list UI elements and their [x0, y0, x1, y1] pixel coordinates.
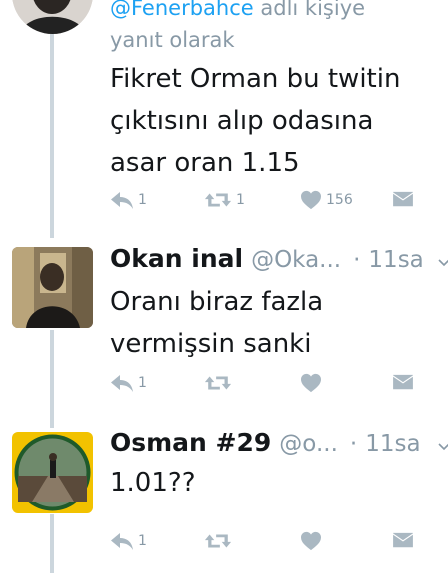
separator-dot: ·: [349, 431, 358, 457]
reply-mention-link[interactable]: @Fenerbahce: [110, 0, 254, 20]
user-handle[interactable]: @o...: [279, 431, 338, 457]
tweet-text-line: Fikret Orman bu twitin: [110, 64, 401, 94]
avatar[interactable]: [12, 247, 93, 328]
retweet-icon: [204, 531, 232, 551]
tweet-actions: 1 1 156: [110, 187, 430, 213]
tweet-text-line: asar oran 1.15: [110, 148, 300, 178]
like-icon: [300, 531, 322, 551]
retweet-button[interactable]: [204, 370, 232, 396]
tweet-text-line: Oranı biraz fazla: [110, 287, 324, 317]
reply-count: 1: [138, 375, 147, 391]
tweet-header: Okan inal @Oka... · 11sa: [110, 244, 424, 276]
reply-count: 1: [138, 192, 147, 208]
tweet-text-line: vermişsin sanki: [110, 329, 312, 359]
reply-context: @Fenerbahce adlı kişiye yanıt olarak: [110, 0, 365, 56]
display-name[interactable]: Okan inal: [110, 244, 243, 273]
user-handle[interactable]: @Oka...: [251, 247, 341, 273]
direct-message-icon: [392, 374, 414, 392]
like-button[interactable]: [300, 370, 322, 396]
retweet-count: 1: [236, 192, 245, 208]
reply-context-line2: yanıt olarak: [110, 28, 235, 52]
direct-message-button[interactable]: [392, 187, 414, 213]
reply-button[interactable]: 1: [110, 528, 147, 554]
direct-message-button[interactable]: [392, 528, 414, 554]
tweet-text: 1.01??: [110, 462, 196, 504]
tweet-text: Oranı biraz fazla vermişsin sanki: [110, 281, 323, 365]
avatar[interactable]: [12, 432, 93, 513]
tweet-actions: 1: [110, 528, 430, 554]
like-icon: [300, 373, 322, 393]
display-name[interactable]: Osman #29: [110, 428, 271, 457]
avatar[interactable]: [12, 0, 93, 34]
tweet-actions: 1: [110, 370, 430, 396]
tweet-text-line: çıktısını alıp odasına: [110, 106, 374, 136]
chevron-down-icon[interactable]: [438, 257, 448, 269]
reply-icon: [110, 531, 134, 551]
reply-count: 1: [138, 533, 147, 549]
timestamp[interactable]: 11sa: [368, 247, 423, 273]
reply-context-text: adlı kişiye: [253, 0, 366, 20]
like-count: 156: [326, 192, 353, 208]
direct-message-button[interactable]: [392, 370, 414, 396]
retweet-icon: [204, 373, 232, 393]
thread-line-2: [50, 330, 54, 428]
retweet-icon: [204, 190, 232, 210]
retweet-button[interactable]: 1: [204, 187, 245, 213]
tweet-text: Fikret Orman bu twitin çıktısını alıp od…: [110, 58, 400, 184]
like-icon: [300, 190, 322, 210]
like-button[interactable]: [300, 528, 322, 554]
like-button[interactable]: 156: [300, 187, 353, 213]
direct-message-icon: [392, 191, 414, 209]
separator-dot: ·: [353, 247, 361, 273]
tweet-text-line: 1.01??: [110, 468, 196, 498]
tweet-header: Osman #29 @o... · 11sa: [110, 428, 421, 460]
reply-button[interactable]: 1: [110, 370, 147, 396]
timestamp[interactable]: 11sa: [365, 431, 420, 457]
thread-line-3: [50, 514, 54, 573]
direct-message-icon: [392, 532, 414, 550]
reply-icon: [110, 373, 134, 393]
thread-line-1: [50, 34, 54, 238]
reply-icon: [110, 190, 134, 210]
chevron-down-icon[interactable]: [438, 441, 448, 453]
reply-button[interactable]: 1: [110, 187, 147, 213]
retweet-button[interactable]: [204, 528, 232, 554]
